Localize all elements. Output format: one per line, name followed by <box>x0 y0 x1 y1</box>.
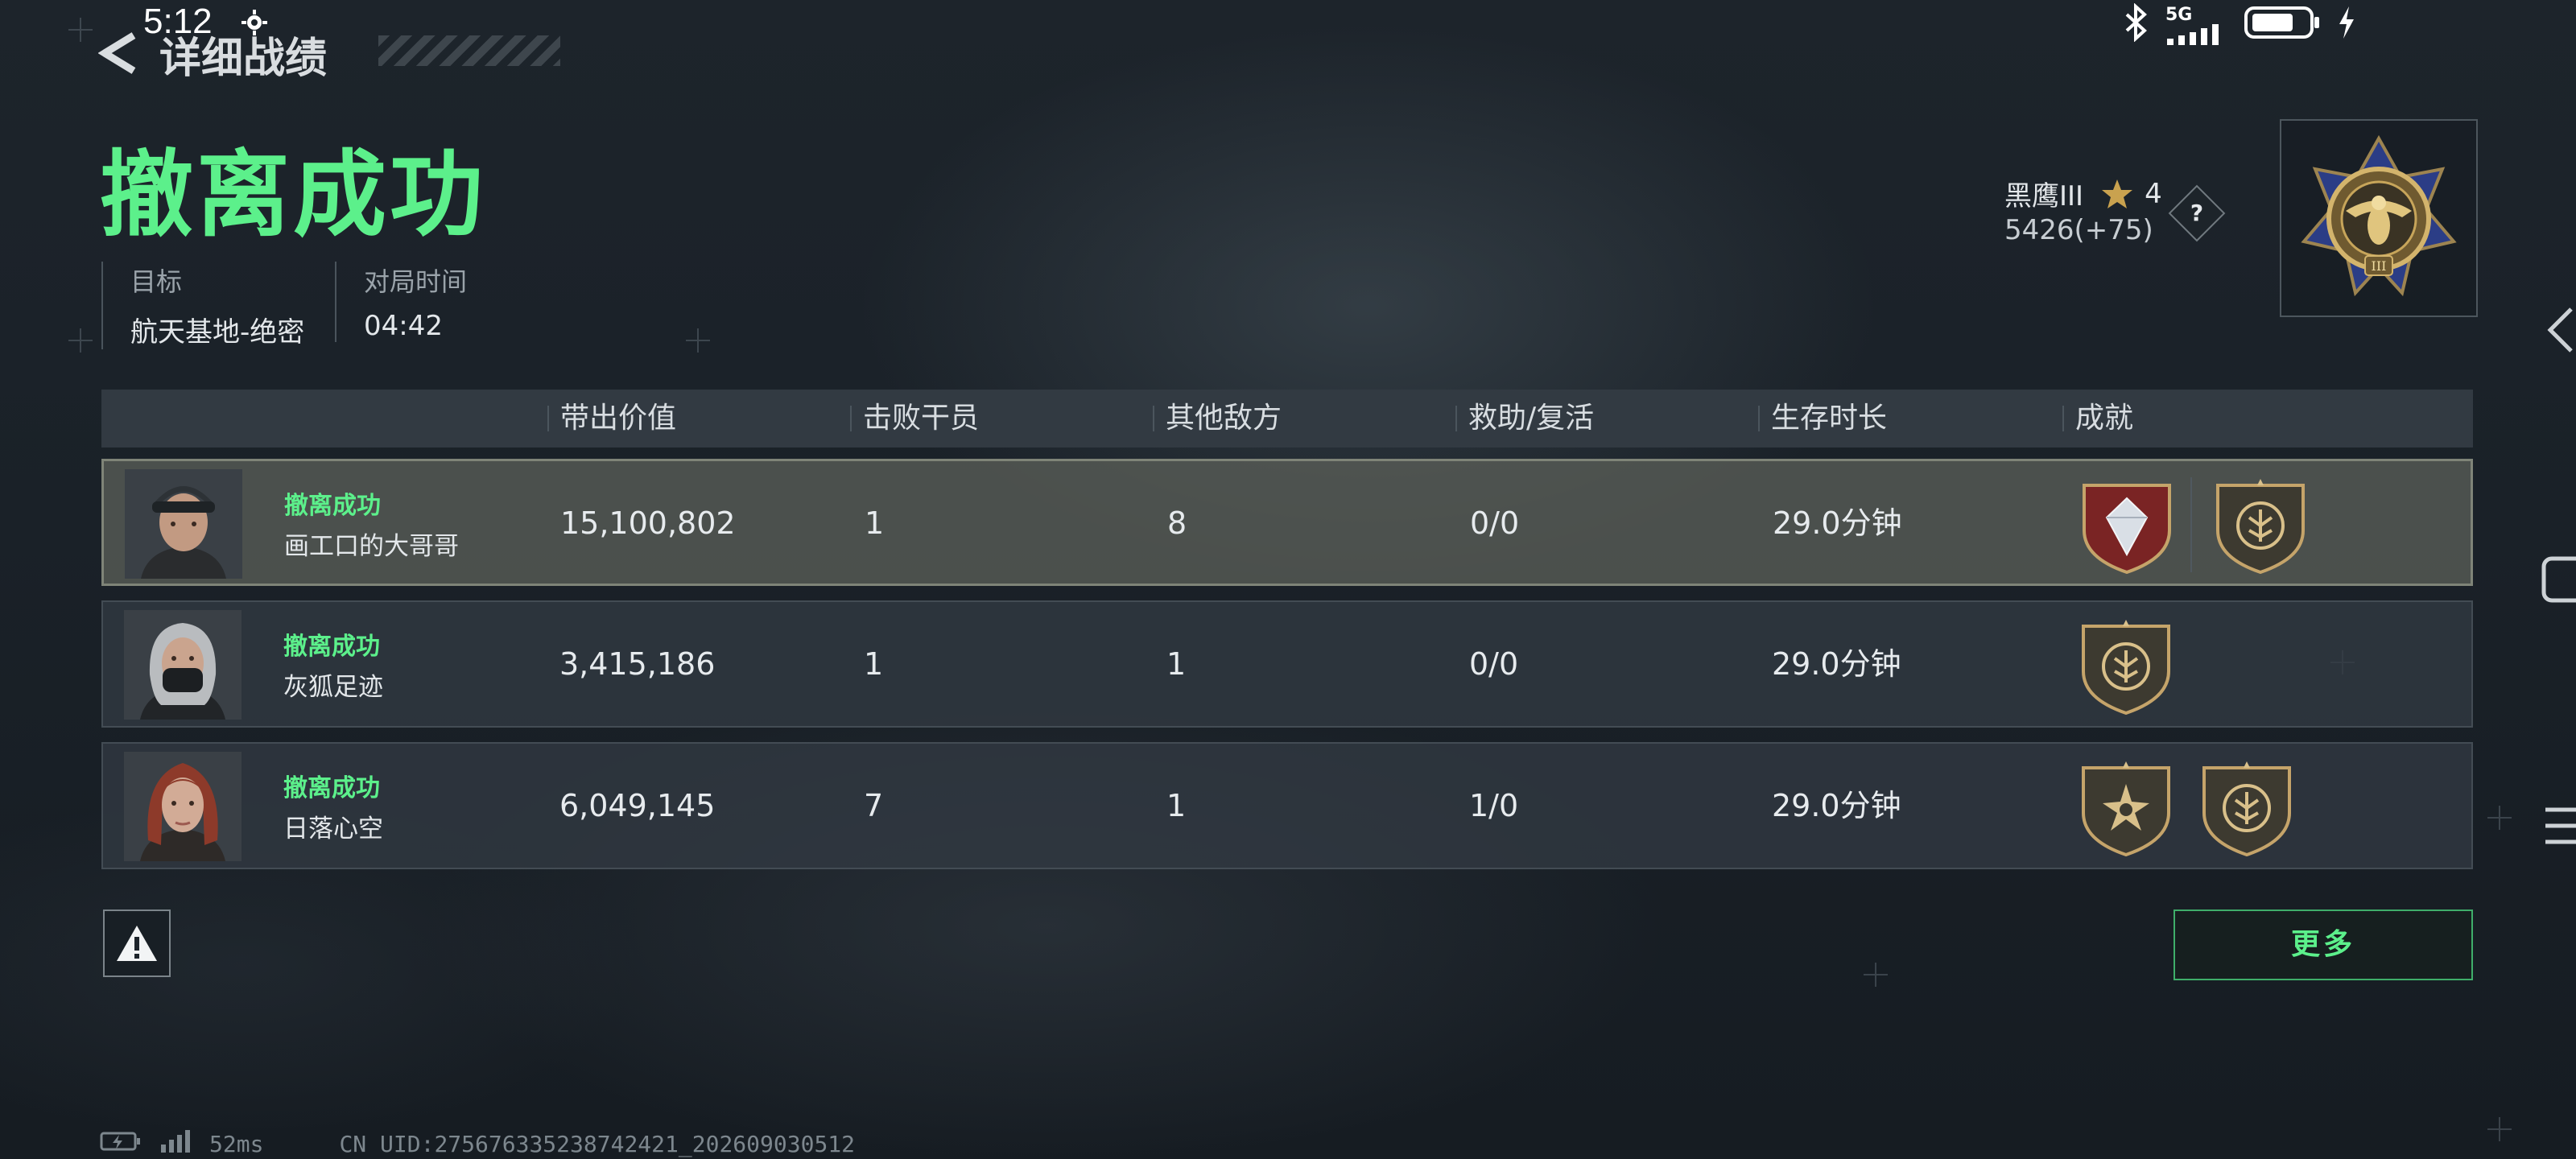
hud-cross-decoration <box>2487 1117 2512 1141</box>
player-name: 灰狐足迹 <box>283 673 383 702</box>
table-row[interactable]: 撤离成功 灰狐足迹 3,415,186 1 1 0/0 29.0分钟 <box>101 600 2473 728</box>
column-header-assist: 救助/复活 <box>1455 404 1594 433</box>
charging-icon <box>2336 5 2357 46</box>
cellular-signal-icon: 5G <box>2165 6 2230 45</box>
battery-saver-icon <box>100 1130 142 1158</box>
badge-divider <box>2190 477 2192 572</box>
target-value: 航天基地-绝密 <box>130 316 305 349</box>
status-icons: 5G <box>2122 2 2357 47</box>
ping-text: 52ms <box>209 1131 264 1157</box>
hud-cross-decoration <box>68 18 93 42</box>
edge-back-icon[interactable] <box>2544 304 2576 359</box>
diamond-badge-icon[interactable] <box>2079 477 2174 575</box>
other-enemies-cell: 1 <box>1166 788 1187 823</box>
rank-info: 黑鹰III 4 <box>2004 174 2162 213</box>
network-type: 5G <box>2165 4 2193 25</box>
eagle-medal-icon: III <box>2301 134 2457 297</box>
back-button[interactable]: 详细战绩 <box>97 24 328 85</box>
page-title: 详细战绩 <box>159 35 328 83</box>
battery-icon <box>2244 5 2322 46</box>
table-row[interactable]: 撤离成功 日落心空 6,049,145 7 1 1/0 29.0分钟 <box>101 742 2473 869</box>
match-time-info: 对局时间 04:42 <box>335 262 467 342</box>
rank-score: 5426(+75) <box>2004 214 2153 246</box>
assist-cell: 0/0 <box>1470 505 1520 541</box>
footer: 52ms CN UID:275676335238742421_202609030… <box>100 1130 855 1158</box>
other-enemies-cell: 8 <box>1167 505 1187 541</box>
target-info: 目标 航天基地-绝密 <box>101 262 304 349</box>
rank-star-icon: 4 <box>2101 178 2162 210</box>
player-status: 撤离成功 <box>283 633 380 661</box>
column-header-value: 带出价值 <box>547 404 676 433</box>
column-header-other-enemies: 其他敌方 <box>1153 404 1282 433</box>
table-header: 带出价值 击败干员 其他敌方 救助/复活 生存时长 成就 <box>101 390 2473 448</box>
signal-strength-icon <box>159 1130 192 1158</box>
kills-cell: 1 <box>864 646 884 682</box>
player-status: 撤离成功 <box>284 492 381 520</box>
target-label: 目标 <box>130 266 183 297</box>
rank-name: 黑鹰III <box>2004 180 2084 212</box>
rank-stars: 4 <box>2145 177 2162 210</box>
result-title: 撤离成功 <box>100 141 486 250</box>
avatar <box>124 610 242 720</box>
player-status: 撤离成功 <box>283 774 380 802</box>
hud-cross-decoration <box>686 328 710 353</box>
match-time-value: 04:42 <box>364 310 443 342</box>
help-icon: ? <box>2190 200 2204 226</box>
avatar <box>124 752 242 861</box>
survival-cell: 29.0分钟 <box>1772 646 1901 682</box>
player-name: 日落心空 <box>283 815 383 843</box>
kills-cell: 7 <box>864 788 884 823</box>
avatar <box>125 469 242 579</box>
edge-home-icon[interactable] <box>2541 555 2576 607</box>
hud-cross-decoration <box>68 328 93 353</box>
header-hatch-decoration <box>378 35 560 66</box>
medal-level-text: III <box>2372 258 2387 274</box>
value-cell: 3,415,186 <box>559 646 716 682</box>
hud-cross-decoration <box>2487 806 2512 830</box>
wings-badge-icon[interactable] <box>2199 760 2294 857</box>
value-cell: 15,100,802 <box>560 505 736 541</box>
assist-cell: 1/0 <box>1469 788 1519 823</box>
rank-help-button[interactable]: ? <box>2168 184 2226 242</box>
assist-cell: 0/0 <box>1469 646 1519 682</box>
survival-cell: 29.0分钟 <box>1772 788 1901 823</box>
edge-menu-icon[interactable] <box>2541 803 2576 853</box>
uid-text: CN UID:275676335238742421_202609030512 <box>339 1131 856 1157</box>
wings-badge-icon[interactable] <box>2213 477 2308 575</box>
more-button[interactable]: 更多 <box>2174 909 2473 980</box>
hud-cross-decoration <box>1864 963 1888 987</box>
player-name: 画工口的大哥哥 <box>284 532 459 561</box>
survival-cell: 29.0分钟 <box>1773 505 1902 541</box>
wings-badge-icon[interactable] <box>2079 618 2174 716</box>
back-arrow-icon <box>97 31 140 79</box>
bluetooth-icon <box>2122 2 2151 47</box>
warning-icon <box>117 926 157 961</box>
column-header-achievements: 成就 <box>2062 404 2133 433</box>
column-header-survival: 生存时长 <box>1758 404 1887 433</box>
other-enemies-cell: 1 <box>1166 646 1187 682</box>
column-header-kills: 击败干员 <box>850 404 979 433</box>
star-burst-badge-icon[interactable] <box>2079 760 2174 857</box>
value-cell: 6,049,145 <box>559 788 716 823</box>
rank-medal-frame[interactable]: III <box>2280 119 2478 317</box>
report-button[interactable] <box>103 909 171 977</box>
table-row[interactable]: 撤离成功 画工口的大哥哥 15,100,802 1 8 0/0 29.0分钟 <box>101 459 2473 586</box>
match-time-label: 对局时间 <box>364 266 468 297</box>
kills-cell: 1 <box>865 505 885 541</box>
